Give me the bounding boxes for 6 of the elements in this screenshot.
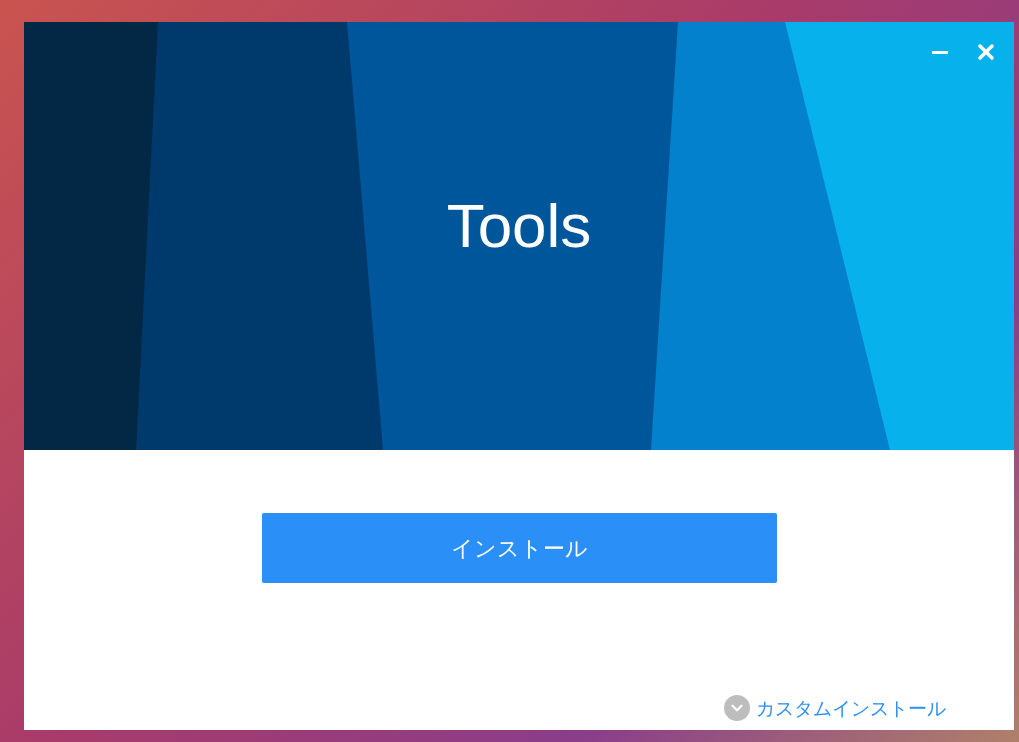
chevron-down-icon bbox=[724, 694, 750, 721]
install-button[interactable]: インストール bbox=[261, 513, 777, 583]
minimize-icon bbox=[932, 50, 948, 54]
custom-install-link[interactable]: カスタムインストール bbox=[724, 693, 946, 722]
minimize-button[interactable] bbox=[932, 50, 948, 54]
window-title: Tools bbox=[446, 195, 592, 257]
